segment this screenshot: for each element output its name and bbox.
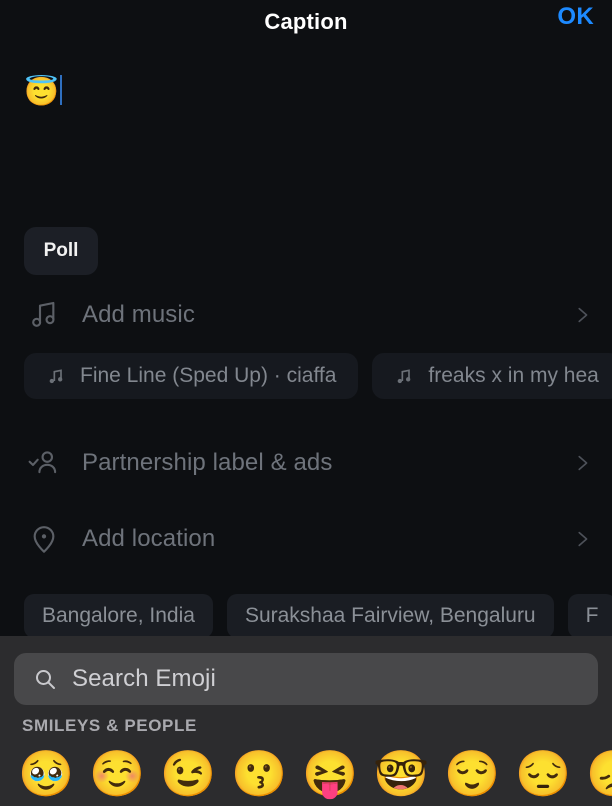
poll-button[interactable]: Poll <box>24 227 98 275</box>
chevron-right-icon <box>570 451 594 475</box>
location-suggestion-chip[interactable]: Bangalore, India <box>24 594 213 638</box>
option-row-add-location[interactable]: Add location <box>0 511 612 567</box>
location-suggestion-strip[interactable]: Bangalore, India Surakshaa Fairview, Ben… <box>0 592 612 640</box>
emoji-keyboard-panel: Search Emoji SMILEYS & PEOPLE 🥹 ☺️ 😉 😗 😝… <box>0 636 612 806</box>
music-suggestion-label: freaks x in my hea <box>428 364 599 387</box>
ok-button[interactable]: OK <box>557 3 594 31</box>
chevron-right-icon <box>570 303 594 327</box>
search-icon <box>32 666 58 692</box>
music-suggestion-chip[interactable]: freaks x in my hea <box>372 353 612 399</box>
location-suggestion-chip[interactable]: Surakshaa Fairview, Bengaluru <box>226 594 554 638</box>
option-label-partnership: Partnership label & ads <box>82 449 333 476</box>
emoji-pensive-face[interactable]: 😔 <box>515 748 586 800</box>
emoji-kissing-face[interactable]: 😗 <box>231 748 302 800</box>
emoji-winking-face[interactable]: 😉 <box>160 748 231 800</box>
text-cursor <box>59 75 62 105</box>
search-emoji-input[interactable]: Search Emoji <box>14 653 598 705</box>
caption-input[interactable]: 😇 <box>0 48 612 208</box>
location-suggestion-chip[interactable]: F <box>567 594 612 638</box>
caption-text: 😇 <box>24 76 59 107</box>
option-row-partnership[interactable]: Partnership label & ads <box>0 435 612 491</box>
poll-row: Poll <box>24 227 98 275</box>
emoji-smiling-face[interactable]: ☺️ <box>89 748 160 800</box>
emoji-nerd-face[interactable]: 🤓 <box>373 748 444 800</box>
option-label-add-music: Add music <box>82 301 195 328</box>
music-note-icon <box>46 366 66 386</box>
music-suggestion-chip[interactable]: Fine Line (Sped Up) · ciaffa <box>24 353 359 399</box>
emoji-relieved-face[interactable]: 😌 <box>444 748 515 800</box>
emoji-face-holding-back-tears[interactable]: 🥹 <box>18 748 89 800</box>
music-note-icon <box>394 366 414 386</box>
emoji-category-header: SMILEYS & PEOPLE <box>22 716 197 735</box>
search-emoji-placeholder: Search Emoji <box>72 665 216 692</box>
emoji-grid-row[interactable]: 🥹 ☺️ 😉 😗 😝 🤓 😌 😔 😞 <box>0 748 612 806</box>
header-bar: Caption OK <box>0 0 612 44</box>
page-title: Caption <box>264 9 348 34</box>
music-note-icon <box>24 295 64 335</box>
music-suggestion-label: Fine Line (Sped Up) · ciaffa <box>80 364 337 387</box>
location-pin-icon <box>24 519 64 559</box>
person-check-icon <box>24 443 64 483</box>
music-suggestion-strip[interactable]: Fine Line (Sped Up) · ciaffa freaks x in… <box>0 352 612 400</box>
emoji-disappointed-face[interactable]: 😞 <box>586 748 612 800</box>
emoji-squinting-face-with-tongue[interactable]: 😝 <box>302 748 373 800</box>
option-label-add-location: Add location <box>82 525 216 552</box>
chevron-right-icon <box>570 527 594 551</box>
option-row-add-music[interactable]: Add music <box>0 287 612 343</box>
